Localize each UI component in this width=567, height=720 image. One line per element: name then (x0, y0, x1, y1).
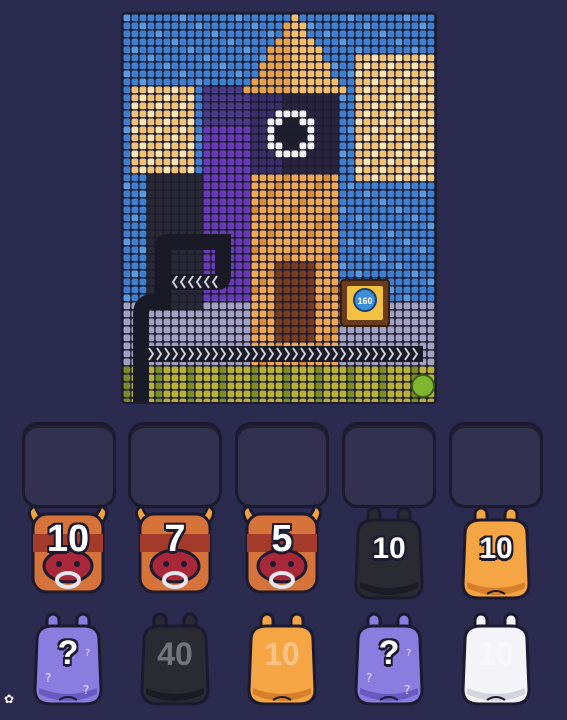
unit-count: 10 (479, 532, 513, 565)
unit-count: 10 (264, 636, 300, 672)
white-cat-unit-locked: 10 (453, 612, 539, 708)
unit-count: 10 (46, 518, 90, 560)
slot-1[interactable] (22, 422, 116, 508)
unit-count: ? (378, 634, 400, 672)
svg-text:?: ? (404, 683, 410, 697)
unit-count: 10 (372, 532, 406, 565)
green-marble-icon (411, 374, 435, 398)
orange-cat-unit[interactable]: 10 (453, 506, 539, 602)
svg-text:?: ? (366, 671, 372, 685)
bonus-badge[interactable]: 160 (340, 279, 390, 327)
pixel-art-board: 160 (123, 14, 435, 402)
unit-count: 7 (164, 518, 186, 560)
unit-count: 40 (157, 636, 193, 672)
slot-4[interactable] (342, 422, 436, 508)
svg-text:?: ? (45, 671, 51, 685)
bull-unit-3[interactable]: 5 (239, 504, 325, 600)
sparkle-icon: ✿ (4, 692, 15, 706)
unit-count: 10 (478, 636, 514, 672)
slot-5[interactable] (449, 422, 543, 508)
unit-count: 5 (271, 518, 293, 560)
unit-count: ? (57, 634, 79, 672)
mystery-unit-1: ? ? ?? (25, 612, 111, 708)
svg-text:?: ? (83, 683, 89, 697)
black-cat-unit[interactable]: 10 (346, 506, 432, 602)
bull-unit-2[interactable]: 7 (132, 504, 218, 600)
black-cat-unit-locked: 40 (132, 612, 218, 708)
slot-2[interactable] (128, 422, 222, 508)
bull-unit-1[interactable]: 10 (25, 504, 111, 600)
orange-cat-unit-locked: 10 (239, 612, 325, 708)
mystery-unit-2: ? ? ?? (346, 612, 432, 708)
slot-3[interactable] (235, 422, 329, 508)
badge-value: 160 (357, 296, 372, 306)
